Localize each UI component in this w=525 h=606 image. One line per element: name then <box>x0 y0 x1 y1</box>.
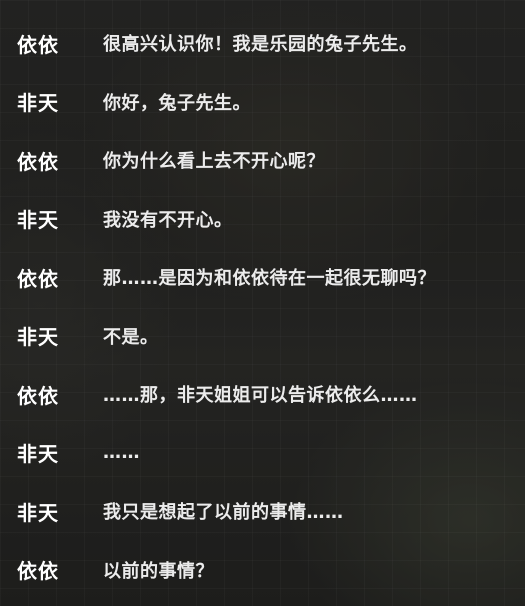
dialogue-text: 很高兴认识你！我是乐园的兔子先生。 <box>103 34 418 56</box>
dialogue-log-panel[interactable]: 依依 很高兴认识你！我是乐园的兔子先生。 非天 你好，兔子先生。 依依 你为什么… <box>0 0 525 606</box>
dialogue-entry: 依依 你为什么看上去不开心呢？ <box>0 131 525 190</box>
dialogue-entry: 非天 我没有不开心。 <box>0 190 525 249</box>
dialogue-entry: 依依 以前的事情？ <box>0 541 525 600</box>
dialogue-text: …… <box>103 442 140 464</box>
dialogue-text: 我只是想起了以前的事情…… <box>103 502 344 524</box>
dialogue-log-list: 依依 很高兴认识你！我是乐园的兔子先生。 非天 你好，兔子先生。 依依 你为什么… <box>0 14 525 599</box>
dialogue-entry: 非天 我只是想起了以前的事情…… <box>0 482 525 541</box>
speaker-name: 依依 <box>17 149 59 174</box>
speaker-name: 非天 <box>17 325 59 350</box>
speaker-name: 依依 <box>17 266 59 291</box>
dialogue-entry: 依依 ……那，非天姐姐可以告诉依依么…… <box>0 365 525 424</box>
speaker-name: 依依 <box>17 383 59 408</box>
dialogue-entry: 非天 不是。 <box>0 307 525 366</box>
speaker-name: 非天 <box>17 442 59 467</box>
dialogue-entry: 非天 你好，兔子先生。 <box>0 73 525 132</box>
speaker-name: 依依 <box>17 32 59 57</box>
dialogue-entry: 非天 …… <box>0 424 525 483</box>
speaker-name: 非天 <box>17 500 59 525</box>
dialogue-text: 我没有不开心。 <box>103 209 233 231</box>
dialogue-text: 不是。 <box>103 326 159 348</box>
dialogue-text: 以前的事情？ <box>103 560 214 582</box>
dialogue-entry: 依依 很高兴认识你！我是乐园的兔子先生。 <box>0 14 525 73</box>
speaker-name: 非天 <box>17 91 59 116</box>
dialogue-text: ……那，非天姐姐可以告诉依依么…… <box>103 385 418 407</box>
speaker-name: 依依 <box>17 559 59 584</box>
dialogue-text: 你好，兔子先生。 <box>103 92 251 114</box>
dialogue-entry: 依依 那……是因为和依依待在一起很无聊吗？ <box>0 248 525 307</box>
dialogue-text: 那……是因为和依依待在一起很无聊吗？ <box>103 268 436 290</box>
speaker-name: 非天 <box>17 208 59 233</box>
dialogue-text: 你为什么看上去不开心呢？ <box>103 151 325 173</box>
